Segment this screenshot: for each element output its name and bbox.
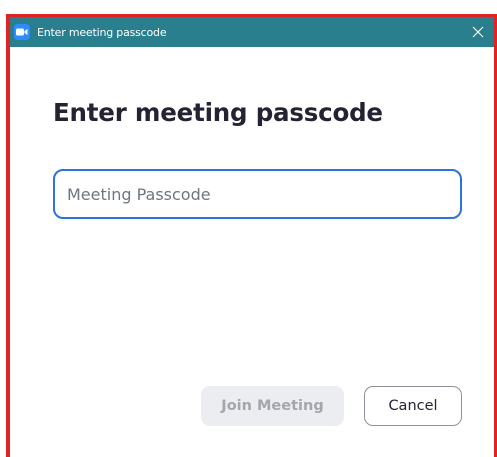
dialog-window: Enter meeting passcode Enter meeting pas… [0, 0, 497, 457]
passcode-input[interactable] [53, 169, 462, 219]
close-button[interactable] [466, 20, 490, 44]
cancel-button[interactable]: Cancel [364, 386, 462, 426]
page-title: Enter meeting passcode [53, 98, 383, 127]
highlight-border-left [6, 14, 10, 457]
title-bar: Enter meeting passcode [10, 17, 494, 47]
window-title: Enter meeting passcode [37, 25, 167, 39]
join-meeting-button[interactable]: Join Meeting [201, 386, 344, 426]
zoom-camera-icon [14, 24, 30, 40]
close-icon [472, 26, 484, 38]
